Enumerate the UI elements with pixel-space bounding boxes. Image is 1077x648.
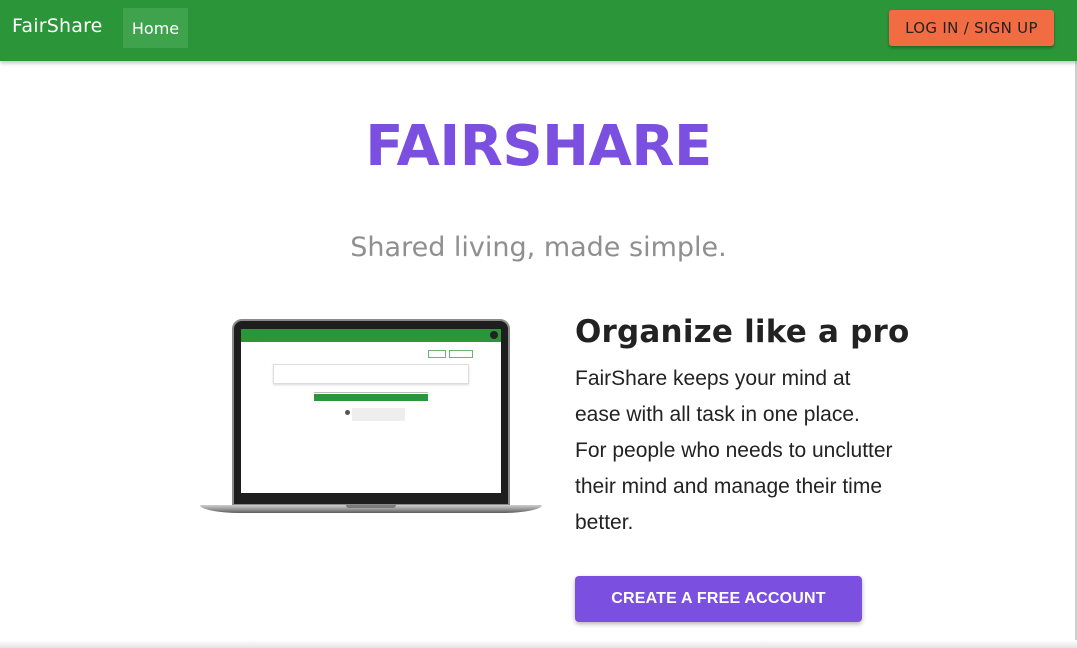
top-navbar: FairShare Home LOG IN / SIGN UP xyxy=(0,0,1077,61)
nav-home-link[interactable]: Home xyxy=(123,8,188,48)
page-bottom-shadow xyxy=(0,640,1077,648)
preview-comment-bubble xyxy=(352,408,405,421)
hero-tagline: Shared living, made simple. xyxy=(350,232,727,263)
feature-heading: Organize like a pro xyxy=(575,314,910,350)
preview-button xyxy=(428,350,446,358)
preview-button xyxy=(449,350,473,358)
preview-navbar xyxy=(241,329,501,342)
login-signup-button[interactable]: LOG IN / SIGN UP xyxy=(889,10,1054,46)
laptop-lid xyxy=(232,319,510,506)
brand-logo-text[interactable]: FairShare xyxy=(12,15,103,37)
preview-user-dot xyxy=(345,410,350,415)
laptop-notch xyxy=(346,505,396,508)
hero-title: FAIRSHARE xyxy=(365,114,712,179)
preview-comment-input xyxy=(314,387,428,393)
laptop-screen xyxy=(241,329,501,493)
create-account-button[interactable]: CREATE A FREE ACCOUNT xyxy=(575,576,862,622)
feature-description: FairShare keeps your mind at ease with a… xyxy=(575,367,893,534)
laptop-app-preview-image xyxy=(200,319,542,519)
preview-submit-bar xyxy=(314,394,428,401)
preview-task-card xyxy=(273,364,469,384)
preview-avatar xyxy=(490,331,498,339)
